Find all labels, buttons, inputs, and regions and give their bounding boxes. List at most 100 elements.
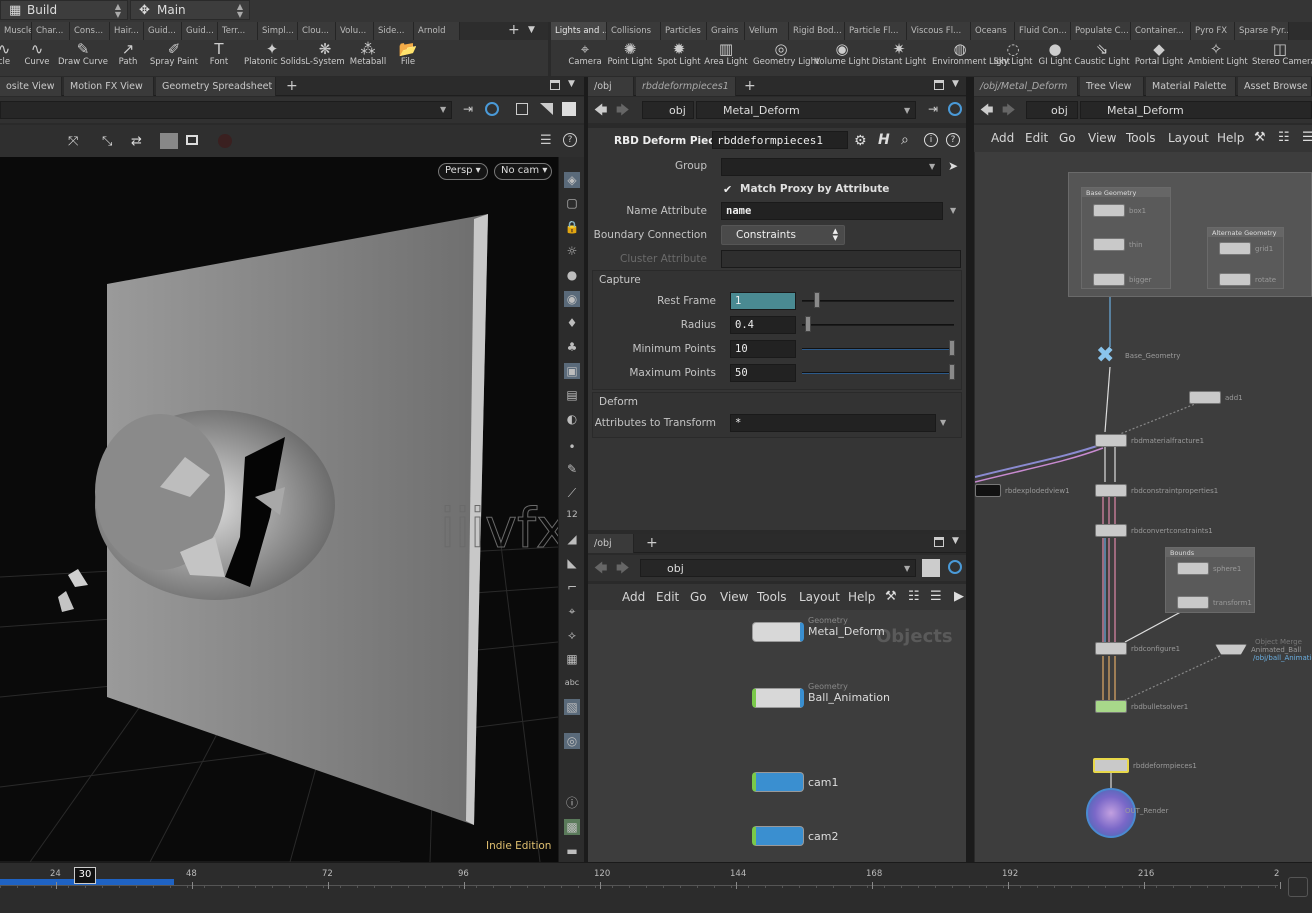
maximize-pane-icon[interactable] — [550, 80, 560, 90]
min-points-slider[interactable] — [802, 348, 954, 350]
shelf-tool[interactable]: ◉ Volume Light — [814, 40, 870, 76]
tab-geometry-spreadsheet[interactable]: Geometry Spreadsheet — [156, 77, 276, 96]
shelf-tab[interactable]: Collisions — [607, 22, 661, 40]
node-cam1[interactable] — [752, 772, 804, 792]
tab-rbddeformpieces1[interactable]: rbddeformpieces1 — [636, 77, 736, 96]
add-tab-icon[interactable]: + — [646, 535, 658, 551]
text-icon[interactable]: abc — [564, 675, 580, 691]
snapshot-icon[interactable] — [516, 103, 528, 115]
corner-icon[interactable]: ⌐ — [564, 579, 580, 595]
shelf-tab[interactable]: Oceans — [971, 22, 1015, 40]
rest-frame-field[interactable]: 1 — [730, 292, 796, 310]
node-box1[interactable] — [1093, 204, 1125, 217]
node-transform1[interactable] — [1177, 596, 1209, 609]
node-name-field[interactable]: rbddeformpieces1 — [712, 131, 848, 149]
min-points-slider-handle[interactable] — [949, 340, 955, 356]
select-arrow-icon[interactable]: ➤ — [948, 159, 958, 173]
menu-view[interactable]: View — [1088, 131, 1116, 145]
maximize-pane-icon[interactable] — [934, 537, 944, 547]
faces-mode-icon[interactable] — [186, 135, 198, 145]
shelf-tab[interactable]: Fluid Con... — [1015, 22, 1071, 40]
menu-help[interactable]: Help — [848, 590, 875, 604]
menu-help[interactable]: Help — [1217, 131, 1244, 145]
name-attr-field[interactable]: name — [721, 202, 943, 220]
forward-icon[interactable]: 🡆 — [616, 101, 629, 123]
add-tab-icon[interactable]: + — [744, 78, 756, 94]
node-rbdconvertconstraints1[interactable] — [1095, 524, 1127, 537]
info-icon[interactable]: i — [924, 133, 938, 147]
tab-obj-network[interactable]: /obj — [588, 534, 634, 553]
pin-icon[interactable]: ⇥ — [928, 102, 938, 116]
shelf-tab[interactable]: Lights and ... — [551, 22, 607, 40]
shelf-tab[interactable]: Char... — [32, 22, 70, 40]
menu-add[interactable]: Add — [622, 590, 645, 604]
shelf-tool[interactable]: 📂 File — [380, 40, 436, 76]
node-add1[interactable] — [1189, 391, 1221, 404]
desktop-dropdown[interactable]: ▦ Build ▲ ▼ — [0, 0, 128, 20]
shelf-tool[interactable]: ◆ Portal Light — [1131, 40, 1187, 76]
back-icon[interactable]: 🡄 — [594, 559, 607, 581]
radius-field[interactable]: 0.4 — [730, 316, 796, 334]
number-icon[interactable]: 12 — [564, 507, 580, 523]
menu-edit[interactable]: Edit — [1025, 131, 1048, 145]
menu-layout[interactable]: Layout — [1168, 131, 1209, 145]
points-mode-icon[interactable] — [160, 133, 178, 149]
shelf-tool[interactable]: ◎ Geometry Light — [753, 40, 819, 76]
select-tool-icon[interactable]: ⤧ — [68, 134, 78, 149]
wrench-icon[interactable]: ⚒ — [1254, 130, 1266, 145]
texture-icon[interactable]: ▤ — [564, 387, 580, 403]
menu-go[interactable]: Go — [1059, 131, 1076, 145]
menu-view[interactable]: View — [720, 590, 748, 604]
shelf-tab[interactable]: Container... — [1131, 22, 1191, 40]
maximize-pane-icon[interactable] — [934, 80, 944, 90]
tab-material-palette[interactable]: Material Palette — [1146, 77, 1236, 96]
shelf-tab[interactable]: Particle Fl... — [845, 22, 907, 40]
pane-menu-icon[interactable]: ▼ — [952, 536, 959, 546]
node-bigger[interactable] — [1093, 273, 1125, 286]
shelf-tab[interactable]: Terr... — [218, 22, 258, 40]
node-rbddeformpieces1[interactable] — [1093, 758, 1129, 773]
shelf-tool[interactable]: ◫ Stereo Camera — [1252, 40, 1312, 76]
add-tab-icon[interactable]: + — [286, 78, 298, 94]
tab-asset-browser[interactable]: Asset Browse — [1238, 77, 1312, 96]
pen-icon[interactable]: ✎ — [564, 461, 580, 477]
min-points-field[interactable]: 10 — [730, 340, 796, 358]
shelf-tab[interactable]: Simpl... — [258, 22, 298, 40]
shelf-tab[interactable]: Populate C... — [1071, 22, 1131, 40]
houdini-help-icon[interactable]: H — [878, 132, 890, 148]
grid-snap-icon[interactable]: ▩ — [564, 819, 580, 835]
menu-tools[interactable]: Tools — [757, 590, 787, 604]
shelf-tab[interactable]: Pyro FX — [1191, 22, 1235, 40]
shelf-tab[interactable]: Muscles — [0, 22, 32, 40]
shelf-tab[interactable]: Vellum — [745, 22, 789, 40]
shelf-tab[interactable]: Sparse Pyr... — [1235, 22, 1289, 40]
sop-network-view[interactable]: Base Geometry Alternate Geometry Bounds … — [975, 152, 1312, 862]
tab-obj[interactable]: /obj — [588, 77, 634, 96]
snap-icon[interactable]: ⌖ — [564, 603, 580, 619]
search-icon[interactable]: ⌕ — [901, 132, 909, 148]
lock-icon[interactable]: 🔒 — [564, 219, 580, 235]
sphere-icon[interactable]: ● — [564, 267, 580, 283]
tree-icon[interactable]: ☷ — [908, 589, 920, 604]
pin-icon[interactable]: ⇥ — [463, 102, 473, 116]
current-frame-indicator[interactable]: 30 — [74, 867, 96, 884]
max-points-slider-handle[interactable] — [949, 364, 955, 380]
chevron-down-icon[interactable]: ▼ — [904, 106, 910, 115]
pane-menu-icon[interactable]: ▼ — [568, 79, 575, 89]
tab-composite-view[interactable]: osite View — [0, 77, 62, 96]
menu-add[interactable]: Add — [991, 131, 1014, 145]
back-icon[interactable]: 🡄 — [594, 101, 607, 123]
shadow-icon[interactable]: ◐ — [564, 411, 580, 427]
shelf-tool[interactable]: ✷ Distant Light — [871, 40, 927, 76]
shelf-tab[interactable]: Guid... — [182, 22, 218, 40]
rest-frame-slider[interactable] — [802, 300, 954, 302]
path-obj[interactable]: obj — [642, 101, 694, 119]
menu-layout[interactable]: Layout — [799, 590, 840, 604]
chevron-down-icon[interactable]: ▼ — [940, 418, 946, 427]
shelf-tool[interactable]: ✧ Ambient Light — [1188, 40, 1248, 76]
no-cam-button[interactable]: No cam ▾ — [494, 163, 552, 180]
dot-icon[interactable]: • — [564, 439, 580, 455]
shelf-tool[interactable]: ▥ Area Light — [698, 40, 754, 76]
light-icon[interactable]: ☼ — [564, 243, 580, 259]
shelf-tab[interactable]: Hair... — [110, 22, 144, 40]
